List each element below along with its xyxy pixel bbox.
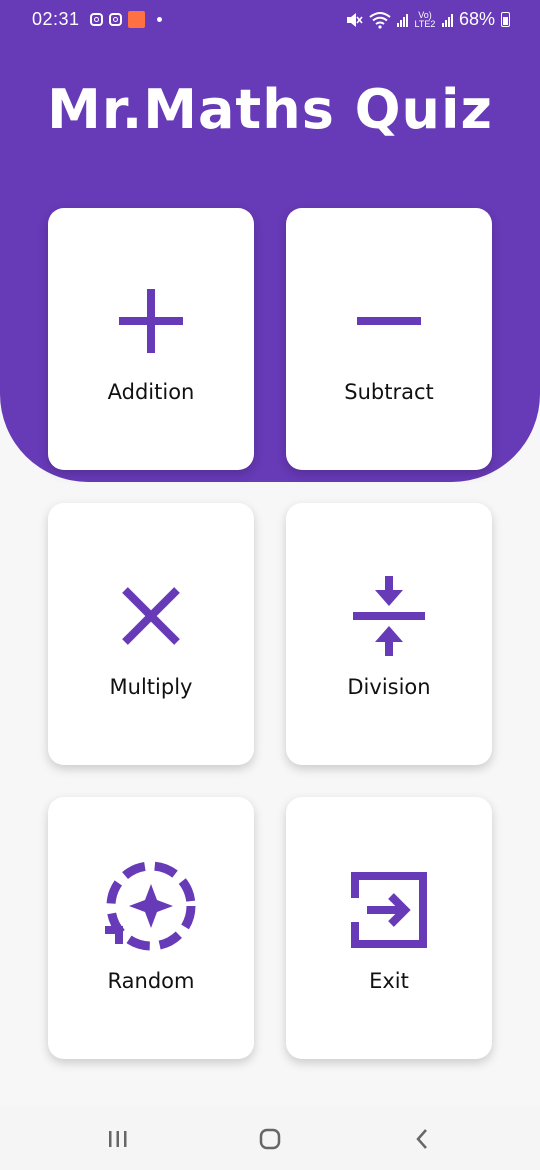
multiply-card[interactable]: Multiply — [48, 503, 254, 765]
mute-icon — [346, 12, 363, 27]
recent-apps-icon — [109, 1131, 127, 1147]
instagram-icon — [89, 13, 103, 26]
division-card[interactable]: Division — [286, 503, 492, 765]
subtract-label: Subtract — [344, 380, 434, 404]
division-label: Division — [347, 675, 431, 699]
app-title: Mr.Maths Quiz — [47, 78, 493, 141]
random-icon — [105, 861, 196, 951]
subtract-card[interactable]: Subtract — [286, 208, 492, 470]
random-card[interactable]: Random — [48, 797, 254, 1059]
status-left: 02:31 — [32, 9, 162, 30]
wifi-icon — [369, 11, 391, 29]
home-button[interactable] — [250, 1124, 290, 1154]
instagram-icon — [108, 13, 122, 26]
addition-label: Addition — [107, 380, 195, 404]
app-notification-icon — [127, 11, 145, 28]
minus-icon — [357, 317, 421, 325]
addition-card[interactable]: Addition — [48, 208, 254, 470]
division-icon — [353, 576, 425, 656]
exit-card[interactable]: Exit — [286, 797, 492, 1059]
multiply-icon — [122, 587, 180, 645]
recent-apps-button[interactable] — [98, 1124, 138, 1154]
exit-label: Exit — [369, 969, 409, 993]
signal-icon — [396, 13, 408, 27]
random-label: Random — [107, 969, 195, 993]
dot-icon — [156, 17, 162, 22]
status-time: 02:31 — [32, 9, 80, 29]
plus-icon — [119, 289, 183, 353]
lte-label: Vo) LTE2 — [414, 9, 436, 29]
system-navigation-bar — [0, 1106, 540, 1170]
signal-icon — [441, 13, 453, 27]
status-right: Vo) LTE2 68% — [345, 9, 510, 30]
home-icon — [259, 1128, 281, 1150]
back-button[interactable] — [402, 1124, 442, 1154]
exit-icon — [351, 872, 427, 948]
status-bar: 02:31 Vo) LTE2 68% — [0, 0, 540, 40]
back-icon — [416, 1129, 427, 1149]
multiply-label: Multiply — [109, 675, 193, 699]
main-screen: 02:31 Vo) LTE2 68% Mr.Maths Quiz Additio… — [0, 0, 540, 1170]
battery-percent: 68% — [458, 9, 495, 29]
battery-icon — [501, 12, 510, 27]
